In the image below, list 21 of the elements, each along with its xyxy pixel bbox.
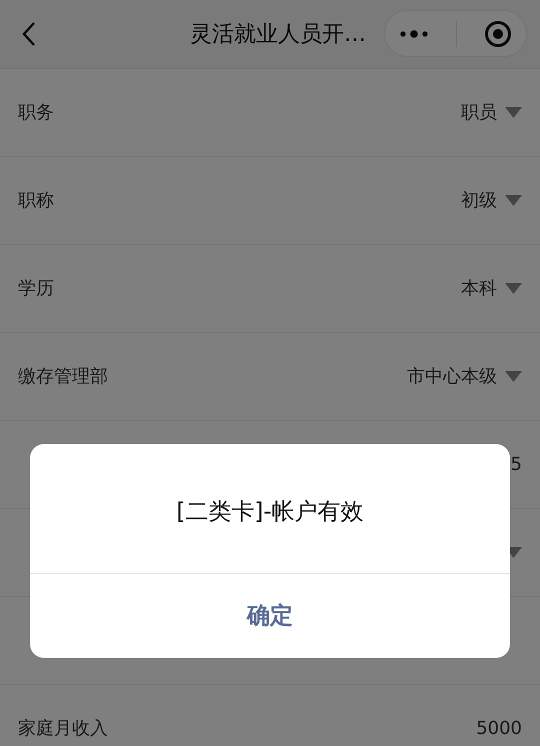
dialog-message: [二类卡]-帐户有效 xyxy=(176,498,364,528)
field-label: 职称 xyxy=(18,189,54,213)
field-value: 职员 xyxy=(461,101,497,125)
field-label: 职务 xyxy=(18,101,54,125)
field-value: 5000 xyxy=(476,717,522,741)
field-value: 市中心本级 xyxy=(407,365,497,389)
form-row[interactable]: 学历 本科 xyxy=(0,244,540,332)
field-label: 缴存管理部 xyxy=(18,365,108,389)
field-label: 学历 xyxy=(18,277,54,301)
field-value: 本科 xyxy=(461,277,497,301)
confirm-button[interactable]: 确定 xyxy=(30,574,510,658)
form-row[interactable]: 职务 职员 xyxy=(0,68,540,156)
page-title: 灵活就业人员开… xyxy=(190,20,366,48)
field-value: 5 xyxy=(510,453,522,477)
field-value: 初级 xyxy=(461,189,497,213)
form-row[interactable]: 缴存管理部 市中心本级 xyxy=(0,332,540,420)
close-icon[interactable] xyxy=(484,20,512,48)
more-icon[interactable] xyxy=(398,28,429,38)
back-icon[interactable] xyxy=(22,21,36,47)
form-row[interactable]: 职称 初级 xyxy=(0,156,540,244)
field-label: 家庭月收入 xyxy=(18,717,108,741)
